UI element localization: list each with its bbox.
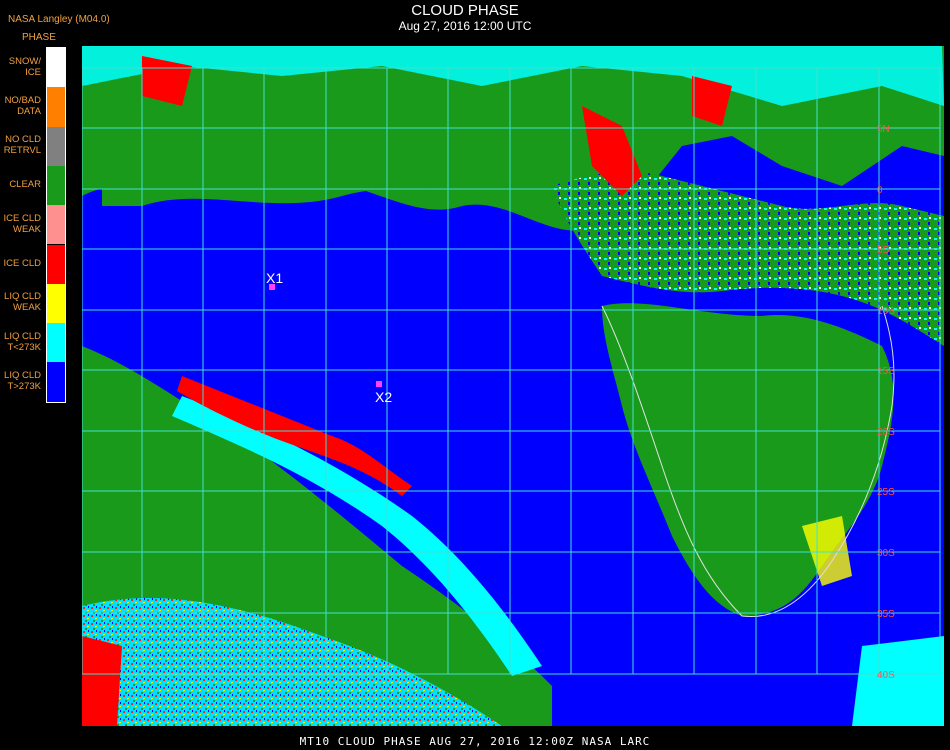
ice-cloud-southwest: [82, 636, 122, 726]
legend-label: ICE CLD: [3, 257, 41, 269]
latitude-label: 10S: [877, 306, 895, 317]
legend-swatch: [47, 283, 65, 324]
latitude-label: 30S: [877, 548, 895, 559]
marker-label: X2: [375, 389, 392, 405]
legend-label: CLEAR: [9, 179, 41, 191]
map-canvas: 5N 0 5S 10S 15S 20S 25S 30S 35S 40S X1 X2: [81, 46, 944, 726]
legend-label: ICE CLD WEAK: [3, 212, 41, 235]
cloud-phase-map: 5N 0 5S 10S 15S 20S 25S 30S 35S 40S X1 X2: [81, 46, 944, 726]
latitude-label: 40S: [877, 670, 895, 681]
legend-swatch: [47, 126, 65, 166]
phase-legend: SNOW/ ICE NO/BAD DATA NO CLD RETRVL CLEAR IC…: [0, 47, 68, 403]
legend-swatch: [47, 244, 65, 284]
legend-swatch: [47, 205, 65, 245]
liquid-cold-southeast: [852, 636, 944, 726]
legend-label: NO/BAD DATA: [4, 94, 41, 117]
page-subtitle: Aug 27, 2016 12:00 UTC: [398, 19, 532, 33]
latitude-label: 0: [877, 185, 883, 196]
footer-caption: MT10 CLOUD PHASE AUG 27, 2016 12:00Z NAS…: [299, 735, 651, 748]
legend-label: NO CLD RETRVL: [3, 134, 41, 157]
legend-color-bar: [46, 47, 66, 403]
legend-label: LIQ CLD T<273K: [4, 330, 41, 353]
legend-label: LIQ CLD WEAK: [4, 291, 41, 314]
legend-label: SNOW/ ICE: [8, 55, 41, 78]
marker-label: X1: [266, 270, 283, 286]
legend-title: PHASE: [22, 32, 56, 43]
latitude-label: 25S: [877, 487, 895, 498]
legend-swatch: [47, 362, 65, 402]
legend-swatch: [47, 87, 65, 127]
marker-dot: [376, 381, 382, 387]
legend-swatch: [47, 48, 65, 88]
latitude-label: 5S: [877, 245, 890, 256]
legend-swatch: [47, 165, 65, 206]
legend-swatch: [47, 323, 65, 363]
source-label: NASA Langley (M04.0): [8, 14, 110, 25]
latitude-label: 5N: [877, 124, 890, 135]
latitude-label: 20S: [877, 427, 895, 438]
latitude-label: 35S: [877, 609, 895, 620]
latitude-label: 15S: [877, 366, 895, 377]
legend-label: LIQ CLD T>273K: [4, 370, 41, 393]
page-title: CLOUD PHASE: [411, 2, 519, 19]
